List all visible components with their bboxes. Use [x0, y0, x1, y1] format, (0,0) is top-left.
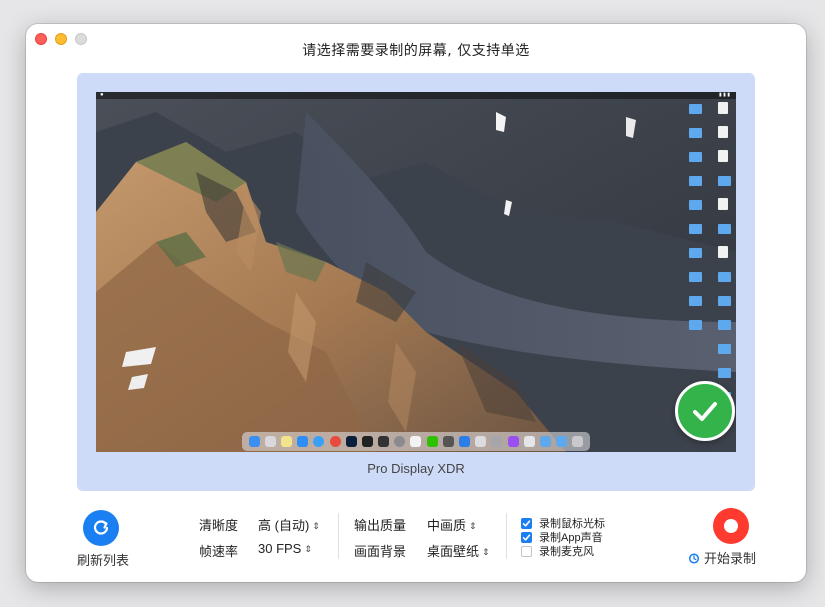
start-recording-button[interactable] [713, 508, 749, 544]
background-value: 桌面壁纸 [427, 544, 480, 559]
desktop-folder-icon [689, 248, 702, 258]
resolution-label: 清晰度 [199, 518, 239, 533]
display-preview[interactable]: ● ▮ ▮ ▮ [96, 92, 736, 452]
desktop-folder-icon [689, 296, 702, 306]
desktop-folder-icon [689, 176, 702, 186]
resolution-select[interactable]: 高 (自动) ⇕ [258, 515, 320, 534]
desktop-file-icon [718, 246, 728, 258]
settings-divider [338, 513, 339, 559]
start-recording-label-row[interactable]: 开始录制 [688, 548, 756, 567]
desktop-file-icon [718, 102, 728, 114]
photoshop-icon [345, 436, 357, 447]
wechat-icon [426, 436, 438, 447]
refresh-list-label[interactable]: 刷新列表 [73, 550, 133, 569]
record-microphone-label: 录制麦克风 [539, 546, 594, 558]
desktop-folder-icon [718, 344, 731, 354]
timer-icon[interactable] [688, 552, 700, 564]
resolution-value: 高 (自动) [258, 518, 310, 533]
background-label: 画面背景 [354, 544, 407, 559]
desktop-file-icon [718, 150, 728, 162]
output-quality-label: 输出质量 [354, 518, 407, 533]
desktop-folder-icon [718, 224, 731, 234]
desktop-folder-icon [689, 320, 702, 330]
desktop-folder-icon [689, 104, 702, 114]
display-name-label: Pro Display XDR [367, 461, 465, 476]
record-app-audio-checkbox[interactable] [521, 531, 532, 543]
selected-check-badge [675, 381, 735, 441]
output-quality-value: 中画质 [427, 518, 467, 533]
settings-icon [394, 436, 406, 447]
folder-icon [539, 436, 551, 447]
record-icon [724, 519, 738, 533]
refresh-list-button[interactable] [83, 510, 119, 546]
checkmark-icon [522, 533, 531, 541]
finder-icon [248, 436, 260, 447]
window-title: 请选择需要录制的屏幕, 仅支持单选 [302, 43, 530, 59]
wallpaper-image [96, 92, 736, 452]
terminal-icon [361, 436, 373, 447]
desktop-folder-icon [689, 224, 702, 234]
trash-icon [572, 436, 584, 447]
podcasts-icon [507, 436, 519, 447]
record-cursor-checkbox[interactable] [521, 517, 532, 529]
framerate-select[interactable]: 30 FPS ⇕ [258, 541, 312, 556]
checkmark-icon [522, 519, 531, 527]
clock-icon [378, 436, 390, 447]
printer-icon [491, 436, 503, 447]
dock [242, 432, 590, 451]
framerate-label: 帧速率 [199, 544, 239, 559]
notes-icon [280, 436, 292, 447]
desktop-file-icon [718, 198, 728, 210]
desktop-folder-icon [718, 296, 731, 306]
record-microphone-checkbox[interactable] [521, 545, 532, 557]
option-record-microphone[interactable]: 录制麦克风 [521, 543, 594, 559]
display-selection-card[interactable]: ● ▮ ▮ ▮ Pro Display XDR [77, 73, 755, 491]
screen-recorder-icon [523, 436, 535, 447]
checkmark-icon [693, 402, 717, 421]
chrome-icon [329, 436, 341, 447]
menu-bar-status-icon: ▮ ▮ ▮ [718, 92, 730, 98]
phone-icon [442, 436, 454, 447]
updown-chevron-icon: ⇕ [304, 544, 312, 554]
start-recording-label[interactable]: 开始录制 [704, 548, 756, 567]
desktop-folder-icon [718, 320, 731, 330]
desktop-folder-icon [718, 272, 731, 282]
desktop-file-icon [718, 126, 728, 138]
desktop-folder-icon [689, 128, 702, 138]
notes2-icon [475, 436, 487, 447]
downloads-icon [556, 436, 568, 447]
framerate-value: 30 FPS [258, 541, 302, 556]
safari-icon [313, 436, 325, 447]
output-quality-select[interactable]: 中画质 ⇕ [427, 515, 477, 534]
desktop-folder-icon [689, 200, 702, 210]
menu-bar: ● ▮ ▮ ▮ [96, 92, 736, 99]
desktop-folder-icon [689, 152, 702, 162]
app-store-icon [297, 436, 309, 447]
screen-recorder-window: 请选择需要录制的屏幕, 仅支持单选 ● ▮ ▮ ▮ Pro Display XD… [26, 24, 806, 582]
refresh-icon [93, 520, 109, 535]
options-divider [506, 513, 507, 559]
desktop-folder-icon [718, 368, 731, 378]
updown-chevron-icon: ⇕ [469, 521, 477, 531]
desktop-folder-icon [689, 272, 702, 282]
xcode-icon [459, 436, 471, 447]
desktop-folder-icon [718, 176, 731, 186]
apple-menu-icon: ● [100, 92, 104, 98]
qq-icon [410, 436, 422, 447]
background-select[interactable]: 桌面壁纸 ⇕ [427, 541, 490, 560]
updown-chevron-icon: ⇕ [482, 547, 490, 557]
launchpad-icon [264, 436, 276, 447]
updown-chevron-icon: ⇕ [312, 521, 320, 531]
